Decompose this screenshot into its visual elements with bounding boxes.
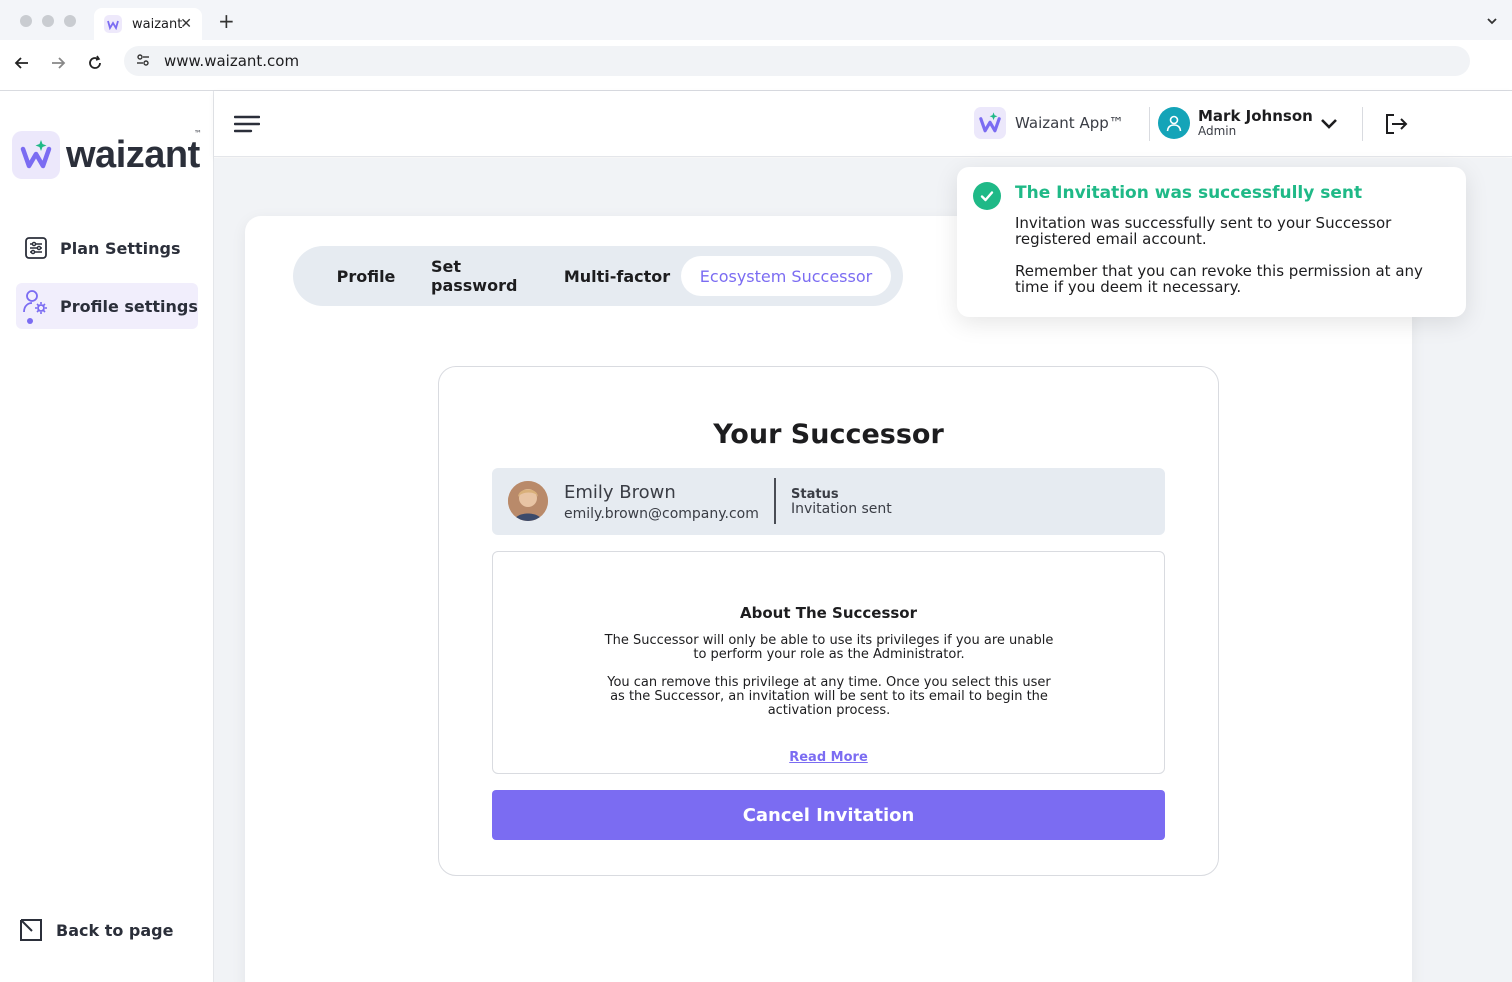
sliders-icon	[22, 234, 50, 262]
tab-ecosystem-successor[interactable]: Ecosystem Successor	[681, 256, 891, 296]
chevron-down-icon[interactable]	[1320, 116, 1338, 135]
back-to-page-link[interactable]: Back to page	[18, 917, 173, 943]
about-successor-box: About The Successor The Successor will o…	[492, 551, 1165, 774]
about-line: to perform your role as the Administrato…	[693, 647, 965, 662]
toast-line: Remember that you can revoke this permis…	[1015, 262, 1423, 280]
about-line: The Successor will only be able to use i…	[604, 633, 1054, 648]
tab-multi-factor[interactable]: Multi-factor	[561, 256, 673, 296]
about-title: About The Successor	[739, 604, 918, 622]
about-paragraph-1: The Successor will only be able to use i…	[604, 634, 1054, 662]
waizant-app-icon	[974, 107, 1006, 139]
cancel-invitation-button[interactable]: Cancel Invitation	[492, 790, 1165, 840]
forward-arrow-icon[interactable]	[48, 53, 68, 73]
about-line: as the Successor, an invitation will be …	[610, 689, 1048, 704]
toast-line: registered email account.	[1015, 230, 1207, 248]
tab-set-password[interactable]: Set password	[431, 256, 551, 296]
reload-icon[interactable]	[85, 53, 105, 73]
successor-email: emily.brown@company.com	[564, 506, 759, 522]
sidebar-item-plan-settings[interactable]: Plan Settings	[16, 225, 198, 271]
sidebar: waizant ™ Plan Settings Profile settings…	[0, 91, 214, 982]
toast-line: time if you deem it necessary.	[1015, 278, 1242, 296]
user-gear-icon	[22, 290, 50, 324]
user-menu[interactable]: Mark Johnson Admin	[1158, 107, 1313, 139]
successor-title: Your Successor	[713, 419, 944, 450]
browser-tab[interactable]: waizant ✕	[94, 8, 202, 40]
tab-list-chevron-icon[interactable]	[1486, 12, 1498, 31]
user-role: Admin	[1198, 124, 1237, 138]
address-bar: www.waizant.com	[0, 40, 1512, 91]
header-divider	[1149, 107, 1150, 141]
waizant-logo-icon	[12, 131, 60, 179]
waizant-favicon-icon	[104, 15, 122, 33]
successor-card: Emily Brown emily.brown@company.com Stat…	[492, 468, 1165, 535]
successor-divider	[774, 478, 776, 524]
status-label: Status	[791, 487, 839, 502]
successor-panel: Your Successor Emily Brown emily.brown@c…	[438, 366, 1219, 876]
app-name: Waizant App™	[1015, 114, 1124, 132]
sidebar-item-label: Profile settings	[60, 296, 198, 316]
read-more-link[interactable]: Read More	[493, 750, 1164, 765]
url-text: www.waizant.com	[164, 52, 300, 70]
toast-title: The Invitation was successfully sent	[1015, 183, 1363, 203]
browser-tab-bar: waizant ✕ +	[0, 0, 1512, 40]
window-zoom-dot[interactable]	[64, 15, 76, 27]
hamburger-menu-icon[interactable]	[233, 113, 261, 139]
toast-message-1: Invitation was successfully sent to your…	[1015, 215, 1445, 247]
close-tab-icon[interactable]: ✕	[180, 16, 192, 32]
sidebar-item-label: Plan Settings	[60, 238, 181, 258]
successor-name: Emily Brown	[564, 482, 676, 503]
back-to-page-icon	[18, 917, 44, 943]
about-line: activation process.	[767, 703, 891, 718]
new-tab-icon[interactable]: +	[218, 9, 235, 33]
toast-line: Invitation was successfully sent to your…	[1015, 214, 1392, 232]
window-minimize-dot[interactable]	[42, 15, 54, 27]
top-header: Waizant App™ Mark Johnson Admin	[214, 91, 1512, 157]
about-paragraph-2: You can remove this privilege at any tim…	[604, 676, 1054, 718]
site-settings-icon[interactable]	[136, 52, 150, 71]
browser-tab-title: waizant	[132, 16, 183, 32]
waizant-logo[interactable]: waizant ™	[12, 129, 202, 179]
app-switcher[interactable]: Waizant App™	[974, 107, 1124, 139]
window-close-dot[interactable]	[20, 15, 32, 27]
tab-profile[interactable]: Profile	[321, 256, 411, 296]
user-avatar-icon	[1158, 107, 1190, 139]
logo-wordmark: waizant	[66, 133, 200, 176]
settings-card: Profile Set password Multi-factor Ecosys…	[245, 216, 1412, 982]
about-line: You can remove this privilege at any tim…	[607, 675, 1051, 690]
logo-trademark: ™	[194, 129, 202, 138]
successor-avatar	[508, 481, 548, 521]
check-circle-icon	[973, 182, 1001, 210]
back-arrow-icon[interactable]	[12, 53, 32, 73]
header-divider	[1362, 107, 1363, 141]
back-to-page-label: Back to page	[56, 920, 174, 940]
url-field[interactable]: www.waizant.com	[124, 46, 1470, 76]
status-value: Invitation sent	[791, 501, 892, 517]
sidebar-item-profile-settings[interactable]: Profile settings	[16, 283, 198, 329]
user-name: Mark Johnson	[1198, 107, 1313, 125]
settings-tabs: Profile Set password Multi-factor Ecosys…	[293, 246, 903, 306]
toast-message-2: Remember that you can revoke this permis…	[1015, 263, 1445, 295]
logout-icon[interactable]	[1384, 112, 1408, 140]
success-toast: The Invitation was successfully sent Inv…	[957, 167, 1466, 317]
